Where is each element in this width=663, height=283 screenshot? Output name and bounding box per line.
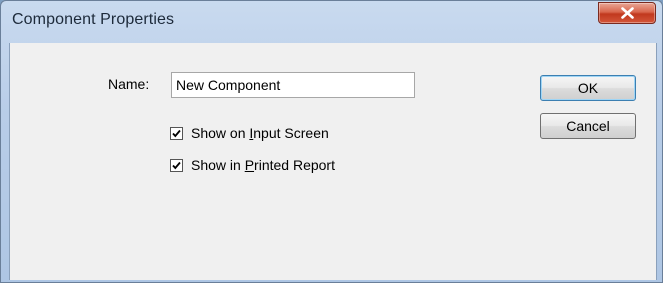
name-label: Name: (108, 76, 150, 92)
cancel-button[interactable]: Cancel (540, 113, 636, 139)
dialog-body: Name: OK Cancel Show on Input Screen Sho… (9, 43, 657, 282)
dialog-window: Component Properties Name: OK Cancel Sho… (0, 0, 663, 283)
show-on-input-screen-checkbox[interactable] (170, 126, 183, 140)
title-bar[interactable]: Component Properties (1, 1, 662, 43)
show-on-input-screen-label[interactable]: Show on Input Screen (191, 125, 329, 141)
window-title: Component Properties (12, 11, 175, 28)
show-on-input-screen-option[interactable]: Show on Input Screen (170, 124, 329, 142)
show-in-printed-report-option[interactable]: Show in Printed Report (170, 156, 335, 174)
check-icon (172, 161, 181, 169)
show-in-printed-report-checkbox[interactable] (170, 158, 183, 172)
check-icon (172, 129, 181, 137)
name-input[interactable] (171, 72, 415, 98)
ok-button[interactable]: OK (540, 75, 636, 101)
close-button[interactable] (598, 2, 656, 24)
show-in-printed-report-label[interactable]: Show in Printed Report (191, 157, 335, 173)
